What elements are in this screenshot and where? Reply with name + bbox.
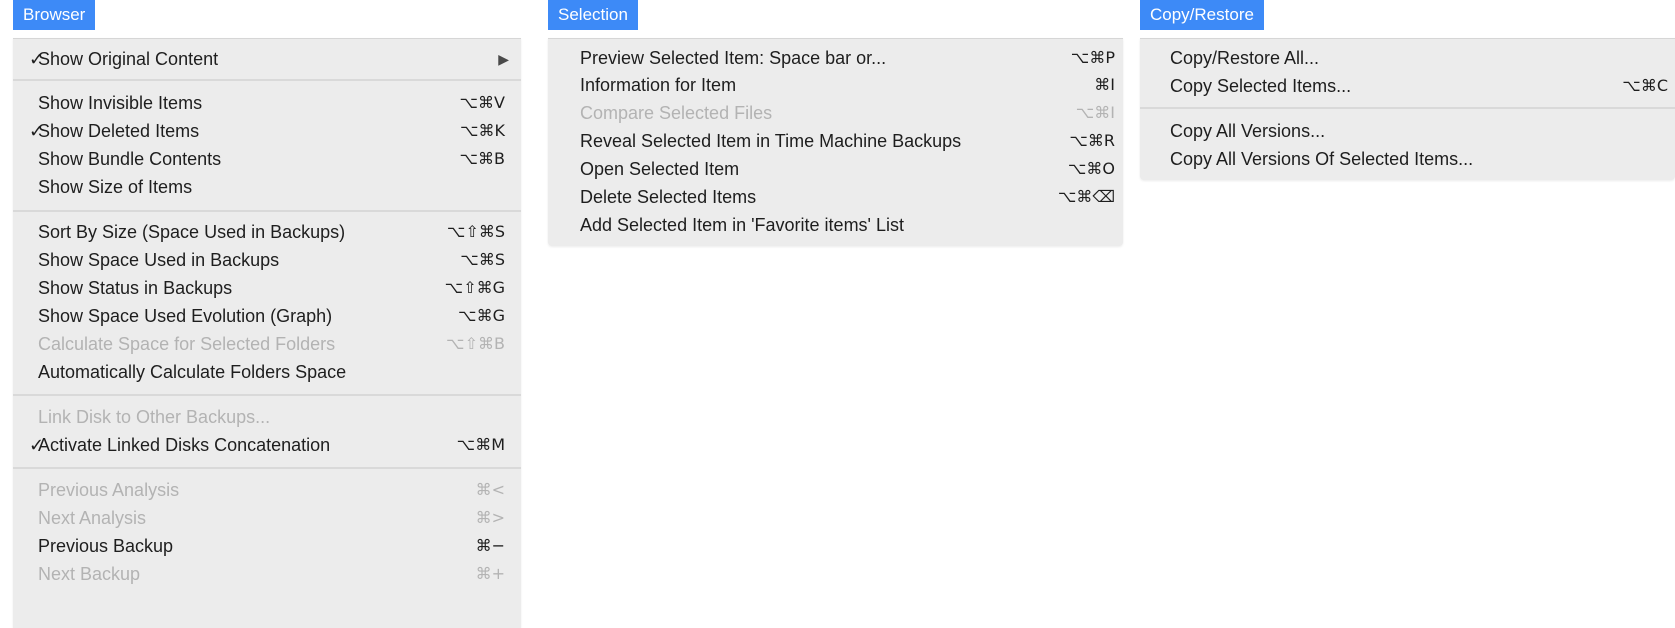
menu-item-calculate-space: Calculate Space for Selected Folders ⌥⇧⌘… bbox=[13, 330, 521, 358]
menu-item-label: Copy All Versions Of Selected Items... bbox=[1170, 149, 1474, 169]
menu-item-show-status[interactable]: Show Status in Backups ⌥⇧⌘G bbox=[13, 274, 521, 302]
menu-item-previous-analysis: Previous Analysis ⌘< bbox=[13, 476, 521, 504]
menu-item-label: Link Disk to Other Backups... bbox=[38, 407, 271, 427]
menu-item-information[interactable]: Information for Item ⌘I bbox=[548, 71, 1123, 99]
menu-item-label: Show Status in Backups bbox=[38, 278, 233, 298]
menu-item-label: Add Selected Item in 'Favorite items' Li… bbox=[580, 215, 905, 235]
menu-item-sort-by-size[interactable]: Sort By Size (Space Used in Backups) ⌥⇧⌘… bbox=[13, 218, 521, 246]
shortcut-label: ⌥⌘B bbox=[459, 149, 505, 168]
menu-item-label: Preview Selected Item: Space bar or... bbox=[580, 48, 887, 68]
shortcut-label: ⌘> bbox=[475, 508, 505, 527]
menu-item-label: Delete Selected Items bbox=[580, 187, 757, 207]
menu-separator bbox=[13, 467, 521, 469]
shortcut-label: ⌥⌘S bbox=[460, 250, 505, 269]
menu-item-label: Reveal Selected Item in Time Machine Bac… bbox=[580, 131, 962, 151]
menu-item-compare-files: Compare Selected Files ⌥⌘I bbox=[548, 99, 1123, 127]
menu-item-show-invisible-items[interactable]: Show Invisible Items ⌥⌘V bbox=[13, 89, 521, 117]
menu-item-activate-linked-disks[interactable]: ✓ Activate Linked Disks Concatenation ⌥⌘… bbox=[13, 431, 521, 459]
selection-menu: Selection Preview Selected Item: Space b… bbox=[548, 0, 1123, 246]
menu-item-link-disk: Link Disk to Other Backups... bbox=[13, 403, 521, 431]
menu-item-label: Copy All Versions... bbox=[1170, 121, 1326, 141]
shortcut-label: ⌥⇧⌘B bbox=[446, 334, 505, 353]
submenu-arrow-icon: ▶ bbox=[498, 51, 509, 67]
menu-item-space-used-evolution[interactable]: Show Space Used Evolution (Graph) ⌥⌘G bbox=[13, 302, 521, 330]
menu-item-delete-selected[interactable]: Delete Selected Items ⌥⌘⌫ bbox=[548, 183, 1123, 211]
menu-item-show-bundle-contents[interactable]: Show Bundle Contents ⌥⌘B bbox=[13, 145, 521, 173]
menu-item-open-selected[interactable]: Open Selected Item ⌥⌘O bbox=[548, 155, 1123, 183]
selection-menu-panel: Preview Selected Item: Space bar or... ⌥… bbox=[548, 38, 1123, 246]
menu-item-copy-selected-items[interactable]: Copy Selected Items... ⌥⌘C bbox=[1140, 72, 1675, 100]
shortcut-label: ⌥⌘K bbox=[460, 121, 505, 140]
menu-item-show-space-used[interactable]: Show Space Used in Backups ⌥⌘S bbox=[13, 246, 521, 274]
menu-item-label: Activate Linked Disks Concatenation bbox=[38, 435, 331, 455]
menu-item-reveal-in-time-machine[interactable]: Reveal Selected Item in Time Machine Bac… bbox=[548, 127, 1123, 155]
menu-item-label: Copy/Restore All... bbox=[1170, 48, 1320, 68]
menu-item-label: Copy Selected Items... bbox=[1170, 76, 1352, 96]
menu-separator bbox=[13, 394, 521, 396]
shortcut-label: ⌘I bbox=[1094, 75, 1115, 94]
menu-separator bbox=[13, 210, 521, 212]
menu-item-add-to-favorites[interactable]: Add Selected Item in 'Favorite items' Li… bbox=[548, 211, 1123, 239]
shortcut-label: ⌥⌘M bbox=[456, 435, 505, 454]
menu-item-label: Open Selected Item bbox=[580, 159, 740, 179]
shortcut-label: ⌥⌘O bbox=[1067, 159, 1115, 178]
menu-item-preview-selected[interactable]: Preview Selected Item: Space bar or... ⌥… bbox=[548, 44, 1123, 72]
menu-item-label: Compare Selected Files bbox=[580, 103, 773, 123]
menu-separator bbox=[13, 79, 521, 81]
menu-item-label: Show Space Used Evolution (Graph) bbox=[38, 306, 333, 326]
copy-restore-menu: Copy/Restore Copy/Restore All... Copy Se… bbox=[1140, 0, 1675, 180]
menu-item-label: Next Analysis bbox=[38, 508, 147, 528]
browser-menu-panel: ✓ Show Original Content ▶ Show Invisible… bbox=[13, 38, 521, 628]
shortcut-label: ⌥⌘P bbox=[1070, 48, 1115, 67]
shortcut-label: ⌥⌘C bbox=[1622, 76, 1668, 95]
shortcut-label: ⌥⌘V bbox=[459, 93, 505, 112]
menu-item-next-backup: Next Backup ⌘+ bbox=[13, 560, 521, 588]
shortcut-label: ⌥⌘G bbox=[458, 306, 505, 325]
menu-item-copy-restore-all[interactable]: Copy/Restore All... bbox=[1140, 44, 1675, 72]
menu-item-label: Show Original Content bbox=[38, 49, 219, 69]
menu-item-label: Calculate Space for Selected Folders bbox=[38, 334, 336, 354]
menu-item-label: Show Size of Items bbox=[38, 177, 193, 197]
browser-menu: Browser ✓ Show Original Content ▶ Show I… bbox=[13, 0, 521, 628]
menu-item-label: Automatically Calculate Folders Space bbox=[38, 362, 347, 382]
menu-item-label: Show Space Used in Backups bbox=[38, 250, 280, 270]
selection-menu-title[interactable]: Selection bbox=[548, 0, 638, 30]
shortcut-label: ⌥⌘I bbox=[1075, 103, 1115, 122]
menu-item-show-original-content[interactable]: ✓ Show Original Content ▶ bbox=[13, 45, 521, 73]
menu-item-label: Sort By Size (Space Used in Backups) bbox=[38, 222, 346, 242]
menu-item-show-size-of-items[interactable]: Show Size of Items bbox=[13, 173, 521, 201]
menu-separator bbox=[1140, 107, 1675, 109]
copy-restore-menu-panel: Copy/Restore All... Copy Selected Items.… bbox=[1140, 38, 1675, 180]
shortcut-label: ⌘+ bbox=[475, 564, 505, 583]
menu-item-label: Show Invisible Items bbox=[38, 93, 203, 113]
menu-item-label: Information for Item bbox=[580, 75, 737, 95]
menu-item-copy-all-versions[interactable]: Copy All Versions... bbox=[1140, 117, 1675, 145]
menu-item-label: Next Backup bbox=[38, 564, 141, 584]
copy-restore-menu-title[interactable]: Copy/Restore bbox=[1140, 0, 1264, 30]
shortcut-label: ⌥⇧⌘S bbox=[447, 222, 505, 241]
menu-item-show-deleted-items[interactable]: ✓ Show Deleted Items ⌥⌘K bbox=[13, 117, 521, 145]
menu-item-next-analysis: Next Analysis ⌘> bbox=[13, 504, 521, 532]
menu-item-copy-all-versions-selected[interactable]: Copy All Versions Of Selected Items... bbox=[1140, 145, 1675, 173]
shortcut-label: ⌥⌘R bbox=[1069, 131, 1115, 150]
shortcut-label: ⌥⇧⌘G bbox=[444, 278, 505, 297]
menu-item-label: Show Bundle Contents bbox=[38, 149, 222, 169]
shortcut-label: ⌘< bbox=[475, 480, 505, 499]
menu-item-label: Previous Backup bbox=[38, 536, 174, 556]
shortcut-label: ⌘− bbox=[475, 536, 505, 555]
menu-item-label: Show Deleted Items bbox=[38, 121, 200, 141]
menu-item-previous-backup[interactable]: Previous Backup ⌘− bbox=[13, 532, 521, 560]
menu-item-auto-calculate-space[interactable]: Automatically Calculate Folders Space bbox=[13, 358, 521, 386]
menu-item-label: Previous Analysis bbox=[38, 480, 180, 500]
browser-menu-title[interactable]: Browser bbox=[13, 0, 96, 30]
shortcut-label: ⌥⌘⌫ bbox=[1057, 187, 1115, 206]
